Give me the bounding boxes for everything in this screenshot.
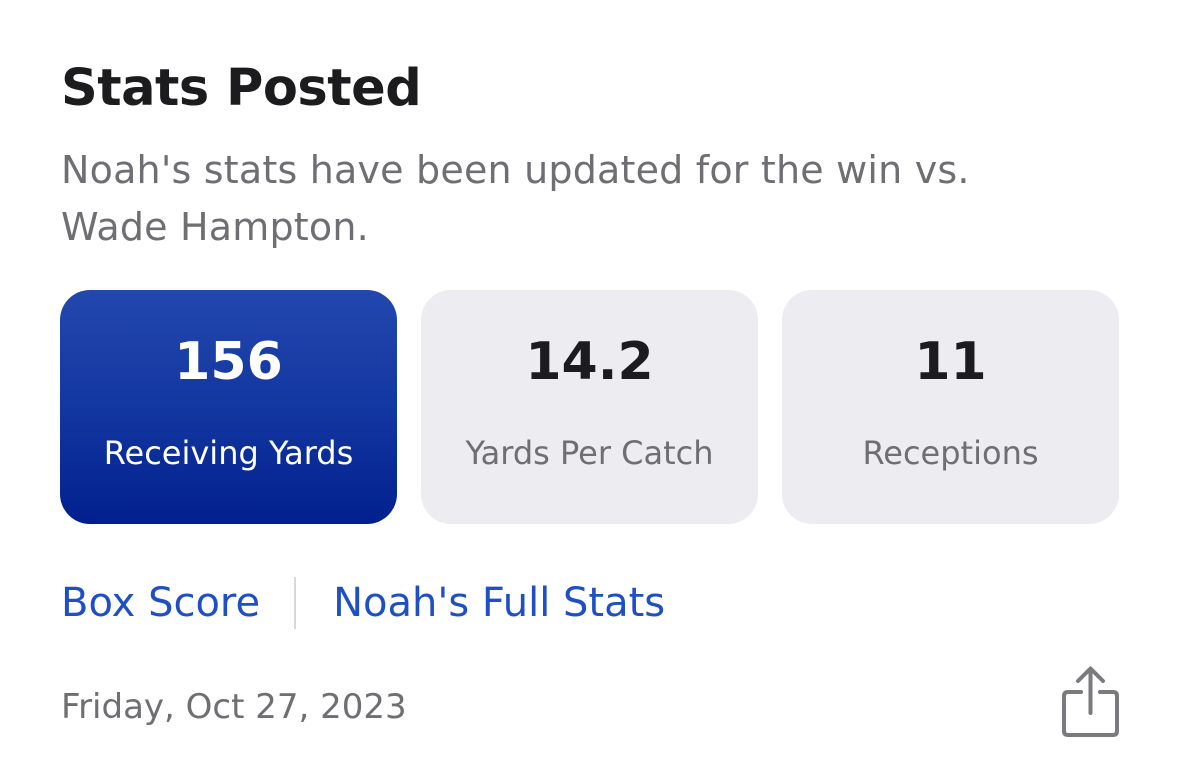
stat-tiles: 156 Receiving Yards 14.2 Yards Per Catch… (60, 290, 1119, 524)
box-score-link[interactable]: Box Score (61, 575, 260, 631)
stat-value: 156 (174, 332, 283, 392)
share-icon[interactable] (1060, 664, 1122, 740)
full-stats-link[interactable]: Noah's Full Stats (333, 575, 665, 631)
stat-value: 11 (914, 332, 987, 392)
card-description: Noah's stats have been updated for the w… (61, 148, 970, 249)
post-date: Friday, Oct 27, 2023 (61, 687, 407, 727)
stat-label: Receiving Yards (103, 434, 354, 472)
stats-posted-card: Stats Posted Noah's stats have been upda… (0, 0, 1179, 762)
card-title: Stats Posted (61, 59, 422, 118)
stat-value: 14.2 (525, 332, 654, 392)
stat-tile-receiving-yards[interactable]: 156 Receiving Yards (60, 290, 397, 524)
stat-tile-receptions[interactable]: 11 Receptions (782, 290, 1119, 524)
stat-label: Receptions (862, 434, 1039, 472)
stat-tile-yards-per-catch[interactable]: 14.2 Yards Per Catch (421, 290, 758, 524)
link-divider (294, 577, 297, 629)
card-links: Box Score Noah's Full Stats (61, 575, 665, 631)
stat-label: Yards Per Catch (465, 434, 714, 472)
